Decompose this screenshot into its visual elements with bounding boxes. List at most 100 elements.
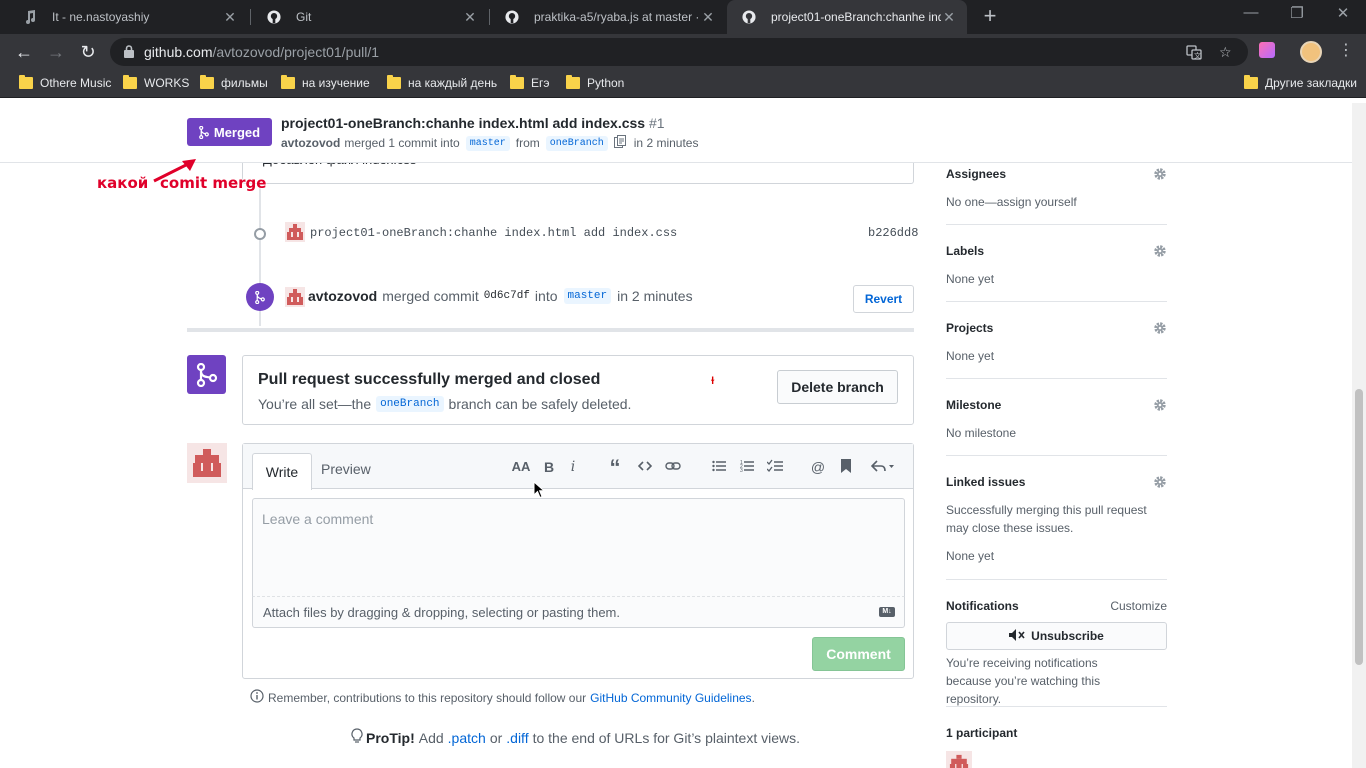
bookmark-folder[interactable]: Python <box>566 75 624 90</box>
reply-icon[interactable] <box>869 459 897 473</box>
merge-author-link[interactable]: avtozovod <box>308 288 377 304</box>
browser-tab-music[interactable]: It - ne.nastoyashiy ✕ <box>8 0 248 34</box>
browser-tab-bar: It - ne.nastoyashiy ✕ Git ✕ praktika-a5/… <box>0 0 1366 34</box>
browser-tab-git[interactable]: Git ✕ <box>252 0 488 34</box>
header-icon[interactable]: AA <box>511 459 531 474</box>
bookmarks-bar: Othere Music WORKS фильмы на изучение на… <box>0 70 1366 98</box>
link-icon[interactable] <box>663 459 683 473</box>
bold-icon[interactable]: B <box>539 459 559 475</box>
bulleted-list-icon[interactable] <box>709 459 729 473</box>
info-icon <box>250 689 264 706</box>
merge-event: avtozovod merged commit 0d6c7df into mas… <box>308 288 693 304</box>
italic-icon[interactable]: i <box>563 459 583 475</box>
sticky-pr-header: Merged project01-oneBranch:chanhe index.… <box>0 103 1352 163</box>
bookmark-folder[interactable]: Othere Music <box>19 75 111 90</box>
new-tab-icon[interactable]: + <box>978 5 1002 29</box>
forward-icon[interactable]: → <box>45 41 67 63</box>
sidebar-divider <box>946 224 1167 225</box>
identicon-avatar[interactable] <box>285 222 305 242</box>
browser-tab-active[interactable]: project01-oneBranch:chanhe index. ✕ <box>727 0 967 34</box>
page-scrollbar[interactable] <box>1352 103 1366 768</box>
gear-icon[interactable] <box>1153 321 1167 335</box>
task-list-icon[interactable] <box>765 459 785 473</box>
merged-state-badge: Merged <box>187 118 272 146</box>
bookmark-folder[interactable]: на каждый день <box>387 75 497 90</box>
close-tab-icon[interactable]: ✕ <box>222 9 238 26</box>
attach-files-bar[interactable]: Attach files by dragging & dropping, sel… <box>252 597 905 628</box>
sidebar-projects: Projects None yet <box>946 321 1167 365</box>
folder-icon <box>123 75 137 89</box>
translate-icon[interactable]: 文 <box>1186 44 1202 63</box>
community-guidelines-link[interactable]: GitHub Community Guidelines <box>590 691 751 705</box>
diff-link[interactable]: .diff <box>506 730 528 746</box>
user-identicon-avatar[interactable] <box>187 443 227 483</box>
markdown-icon[interactable]: M↓ <box>879 607 895 617</box>
url-input[interactable]: github.com/avtozovod/project01/pull/1 文 … <box>110 38 1248 66</box>
reference-icon[interactable] <box>836 459 856 473</box>
numbered-list-icon[interactable]: 123 <box>737 459 757 473</box>
pr-time: in 2 minutes <box>633 136 699 150</box>
identicon-avatar[interactable] <box>285 287 305 307</box>
bookmark-folder[interactable]: фильмы <box>200 75 268 90</box>
back-icon[interactable]: ← <box>13 41 35 63</box>
bookmark-folder[interactable]: на изучение <box>281 75 370 90</box>
timeline-end-divider <box>187 328 914 332</box>
folder-icon <box>19 75 33 89</box>
guidelines-note: Remember, contributions to this reposito… <box>250 689 755 706</box>
close-tab-icon[interactable]: ✕ <box>941 9 957 26</box>
pr-meta: avtozovod merged 1 commit into master fr… <box>281 135 699 151</box>
tab-divider <box>250 9 251 25</box>
sidebar-milestone: Milestone No milestone <box>946 398 1167 442</box>
gear-icon[interactable] <box>1153 244 1167 258</box>
code-icon[interactable] <box>635 459 655 473</box>
delete-branch-button[interactable]: Delete branch <box>777 370 898 404</box>
comment-toolbar: Write Preview AA B i “ 123 @ <box>243 444 913 490</box>
browser-tab-ryaba[interactable]: praktika-a5/ryaba.js at master · avt ✕ <box>490 0 726 34</box>
sidebar-divider <box>946 455 1167 456</box>
restore-icon[interactable]: ❐ <box>1274 4 1320 22</box>
commit-message-link[interactable]: project01-oneBranch:chanhe index.html ad… <box>310 226 677 240</box>
merge-target-branch[interactable]: master <box>563 288 612 304</box>
comment-submit-button[interactable]: Comment <box>812 637 905 671</box>
bookmark-folder[interactable]: Егэ <box>510 75 550 90</box>
git-merge-icon <box>199 125 209 139</box>
merge-sha-link[interactable]: 0d6c7df <box>484 290 530 302</box>
unsubscribe-button[interactable]: Unsubscribe <box>946 622 1167 650</box>
customize-notifications-link[interactable]: Customize <box>1110 599 1167 613</box>
tab-write[interactable]: Write <box>252 453 312 490</box>
gear-icon[interactable] <box>1153 475 1167 489</box>
profile-avatar[interactable] <box>1300 41 1322 63</box>
gear-icon[interactable] <box>1153 398 1167 412</box>
svg-text:文: 文 <box>1194 51 1201 60</box>
close-tab-icon[interactable]: ✕ <box>462 9 478 26</box>
extension-icon[interactable] <box>1259 42 1275 58</box>
base-branch[interactable]: master <box>465 135 510 151</box>
patch-link[interactable]: .patch <box>448 730 486 746</box>
pr-author-link[interactable]: avtozovod <box>281 136 340 150</box>
participant-avatar[interactable] <box>946 751 972 768</box>
bookmark-star-icon[interactable]: ☆ <box>1219 44 1232 61</box>
copy-branch-icon[interactable] <box>613 135 626 151</box>
music-icon <box>22 9 38 25</box>
quote-icon[interactable]: “ <box>605 457 625 479</box>
comment-placeholder: Leave a comment <box>262 511 374 527</box>
bookmark-folder[interactable]: WORKS <box>123 75 189 90</box>
close-tab-icon[interactable]: ✕ <box>700 9 716 26</box>
deletable-branch[interactable]: oneBranch <box>376 396 444 412</box>
mention-icon[interactable]: @ <box>808 459 828 475</box>
reload-icon[interactable]: ↻ <box>77 41 99 63</box>
head-branch[interactable]: oneBranch <box>545 135 608 151</box>
gear-icon[interactable] <box>1153 167 1167 181</box>
sidebar-divider <box>946 301 1167 302</box>
comment-textarea[interactable]: Leave a comment <box>252 498 905 597</box>
scrollbar-thumb[interactable] <box>1355 389 1363 665</box>
assign-yourself-link[interactable]: No one—assign yourself <box>946 193 1167 211</box>
tab-preview[interactable]: Preview <box>321 461 371 477</box>
folder-icon <box>1244 75 1258 89</box>
commit-sha-link[interactable]: b226dd8 <box>868 226 918 240</box>
browser-menu-icon[interactable]: ⋮ <box>1338 40 1354 60</box>
other-bookmarks[interactable]: Другие закладки <box>1244 75 1357 90</box>
revert-button[interactable]: Revert <box>853 285 914 313</box>
close-window-icon[interactable]: ✕ <box>1320 4 1366 22</box>
minimize-icon[interactable]: — <box>1228 4 1274 21</box>
